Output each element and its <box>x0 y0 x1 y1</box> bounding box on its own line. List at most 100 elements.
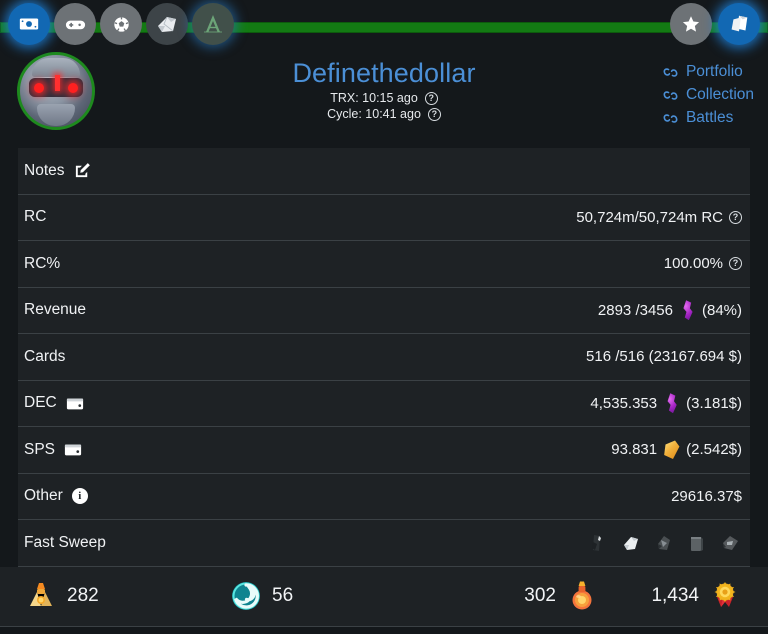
link-battles-label: Battles <box>685 109 734 126</box>
revenue-value: 2893 /3456 <box>597 301 673 319</box>
cards-icon <box>731 15 748 32</box>
fast-sweep-icons <box>586 531 742 555</box>
avatar-slit <box>54 75 60 91</box>
nav-money-button[interactable] <box>8 3 50 45</box>
top-navigation-bar <box>0 0 768 48</box>
notes-label-group: Notes <box>24 162 91 180</box>
user-avatar[interactable] <box>17 52 95 130</box>
cycle-label: Cycle: 10:41 ago <box>327 107 421 121</box>
row-cards[interactable]: Cards 516 /516 (23167.694 $) <box>18 334 750 381</box>
page-title: Definethedollar <box>292 58 476 88</box>
cycle-help-icon[interactable]: ? <box>427 107 441 121</box>
sps-usd: (2.542$) <box>686 441 742 459</box>
star-icon <box>682 16 700 32</box>
revenue-percent: (84%) <box>701 301 742 319</box>
row-notes[interactable]: Notes <box>18 148 750 195</box>
link-collection[interactable]: Collection <box>662 86 754 104</box>
nav-favorites-button[interactable] <box>670 3 712 45</box>
row-dec[interactable]: DEC 4,535.353 (3.181$) <box>18 380 750 427</box>
rc-value: 50,724m/50,724m RC <box>576 208 723 226</box>
link-icon <box>663 90 678 100</box>
rc-label: RC <box>24 208 47 226</box>
soccer-ball-icon <box>113 16 129 32</box>
sps-token-icon <box>664 440 680 459</box>
row-sps[interactable]: SPS 93.831 (2.542$) <box>18 427 750 474</box>
sps-amount: 93.831 <box>611 441 658 459</box>
scroll-pack-icon <box>158 16 176 32</box>
row-rc-percent[interactable]: RC% 100.00% ? <box>18 241 750 288</box>
wallet-icon[interactable] <box>64 442 82 457</box>
resource-potion[interactable]: 302 <box>424 579 599 613</box>
revenue-label: Revenue <box>24 301 87 319</box>
dec-token-icon <box>667 393 677 414</box>
rc-value-group: 50,724m/50,724m RC ? <box>576 209 742 226</box>
gamepad-icon <box>65 20 85 29</box>
avatar-eye-right <box>67 83 78 94</box>
land-icon <box>204 15 222 33</box>
rc-help-icon[interactable]: ? <box>729 210 742 224</box>
dec-label-group: DEC <box>24 394 84 412</box>
row-other[interactable]: Other i 29616.37$ <box>18 473 750 520</box>
sweep-icon-4[interactable] <box>685 531 709 555</box>
medal-value: 1,434 <box>651 585 699 606</box>
nav-game-button[interactable] <box>54 3 96 45</box>
link-battles[interactable]: Battles <box>662 109 754 127</box>
potion-value: 302 <box>524 585 556 606</box>
cards-label: Cards <box>24 347 66 365</box>
nav-icons-left-group <box>8 3 234 45</box>
link-collection-label: Collection <box>685 86 754 103</box>
rc-percent-label: RC% <box>24 254 61 272</box>
row-fast-sweep[interactable]: Fast Sweep <box>18 520 750 567</box>
resource-medal[interactable]: 1,434 <box>599 579 754 613</box>
profile-title-block: Definethedollar TRX: 10:15 ago ? Cycle: … <box>0 56 768 122</box>
avatar-jaw <box>37 103 75 126</box>
nav-icons-right-group <box>670 3 760 45</box>
dec-value-group: 4,535.353 (3.181$) <box>590 393 742 414</box>
dec-usd: (3.181$) <box>686 394 742 412</box>
edit-pencil-icon[interactable] <box>74 162 91 179</box>
nav-cards-button[interactable] <box>718 3 760 45</box>
sweep-icon-3[interactable] <box>652 531 676 555</box>
dec-label: DEC <box>24 394 57 412</box>
sps-value-group: 93.831 (2.542$) <box>611 440 742 460</box>
cards-value: 516 /516 (23167.694 $) <box>586 348 742 366</box>
row-rc[interactable]: RC 50,724m/50,724m RC ? <box>18 194 750 241</box>
sweep-icon-1[interactable] <box>586 531 610 555</box>
sweep-icon-5[interactable] <box>718 531 742 555</box>
dec-amount: 4,535.353 <box>590 394 658 412</box>
resource-bar: 282 56 302 1,434 <box>0 566 768 627</box>
resource-glint[interactable]: 56 <box>229 579 424 613</box>
medal-icon <box>714 582 736 607</box>
revenue-value-group: 2893 /3456 (84%) <box>597 300 742 321</box>
trx-help-icon[interactable]: ? <box>424 91 438 105</box>
glint-value: 56 <box>272 585 294 606</box>
trx-status-line: TRX: 10:15 ago ? <box>0 90 768 106</box>
link-icon <box>663 113 678 123</box>
other-value: 29616.37$ <box>671 487 742 505</box>
sweep-icon-2[interactable] <box>619 531 643 555</box>
wallet-icon[interactable] <box>66 396 84 411</box>
nav-ball-button[interactable] <box>100 3 142 45</box>
potion-icon <box>572 581 592 610</box>
info-icon[interactable]: i <box>71 488 88 505</box>
dec-token-icon <box>683 300 693 321</box>
row-revenue[interactable]: Revenue 2893 /3456 (84%) <box>18 287 750 334</box>
link-icon <box>663 67 678 77</box>
rc-percent-value: 100.00% <box>663 255 723 273</box>
cycle-status-line: Cycle: 10:41 ago ? <box>0 106 768 122</box>
resource-merits[interactable]: 282 <box>14 579 229 613</box>
glint-spiral-icon <box>232 582 260 610</box>
money-icon <box>19 18 39 30</box>
other-label-group: Other i <box>24 487 88 505</box>
sps-label-group: SPS <box>24 441 82 459</box>
nav-pack-button[interactable] <box>146 3 188 45</box>
link-portfolio-label: Portfolio <box>685 63 743 80</box>
rc-percent-value-group: 100.00% ? <box>664 255 742 272</box>
merits-bag-icon <box>30 583 52 606</box>
avatar-helm <box>31 57 81 77</box>
nav-land-button[interactable] <box>192 3 234 45</box>
rc-percent-help-icon[interactable]: ? <box>729 257 742 271</box>
link-portfolio[interactable]: Portfolio <box>662 63 754 81</box>
sps-label: SPS <box>24 440 56 458</box>
fast-sweep-label: Fast Sweep <box>24 533 106 551</box>
